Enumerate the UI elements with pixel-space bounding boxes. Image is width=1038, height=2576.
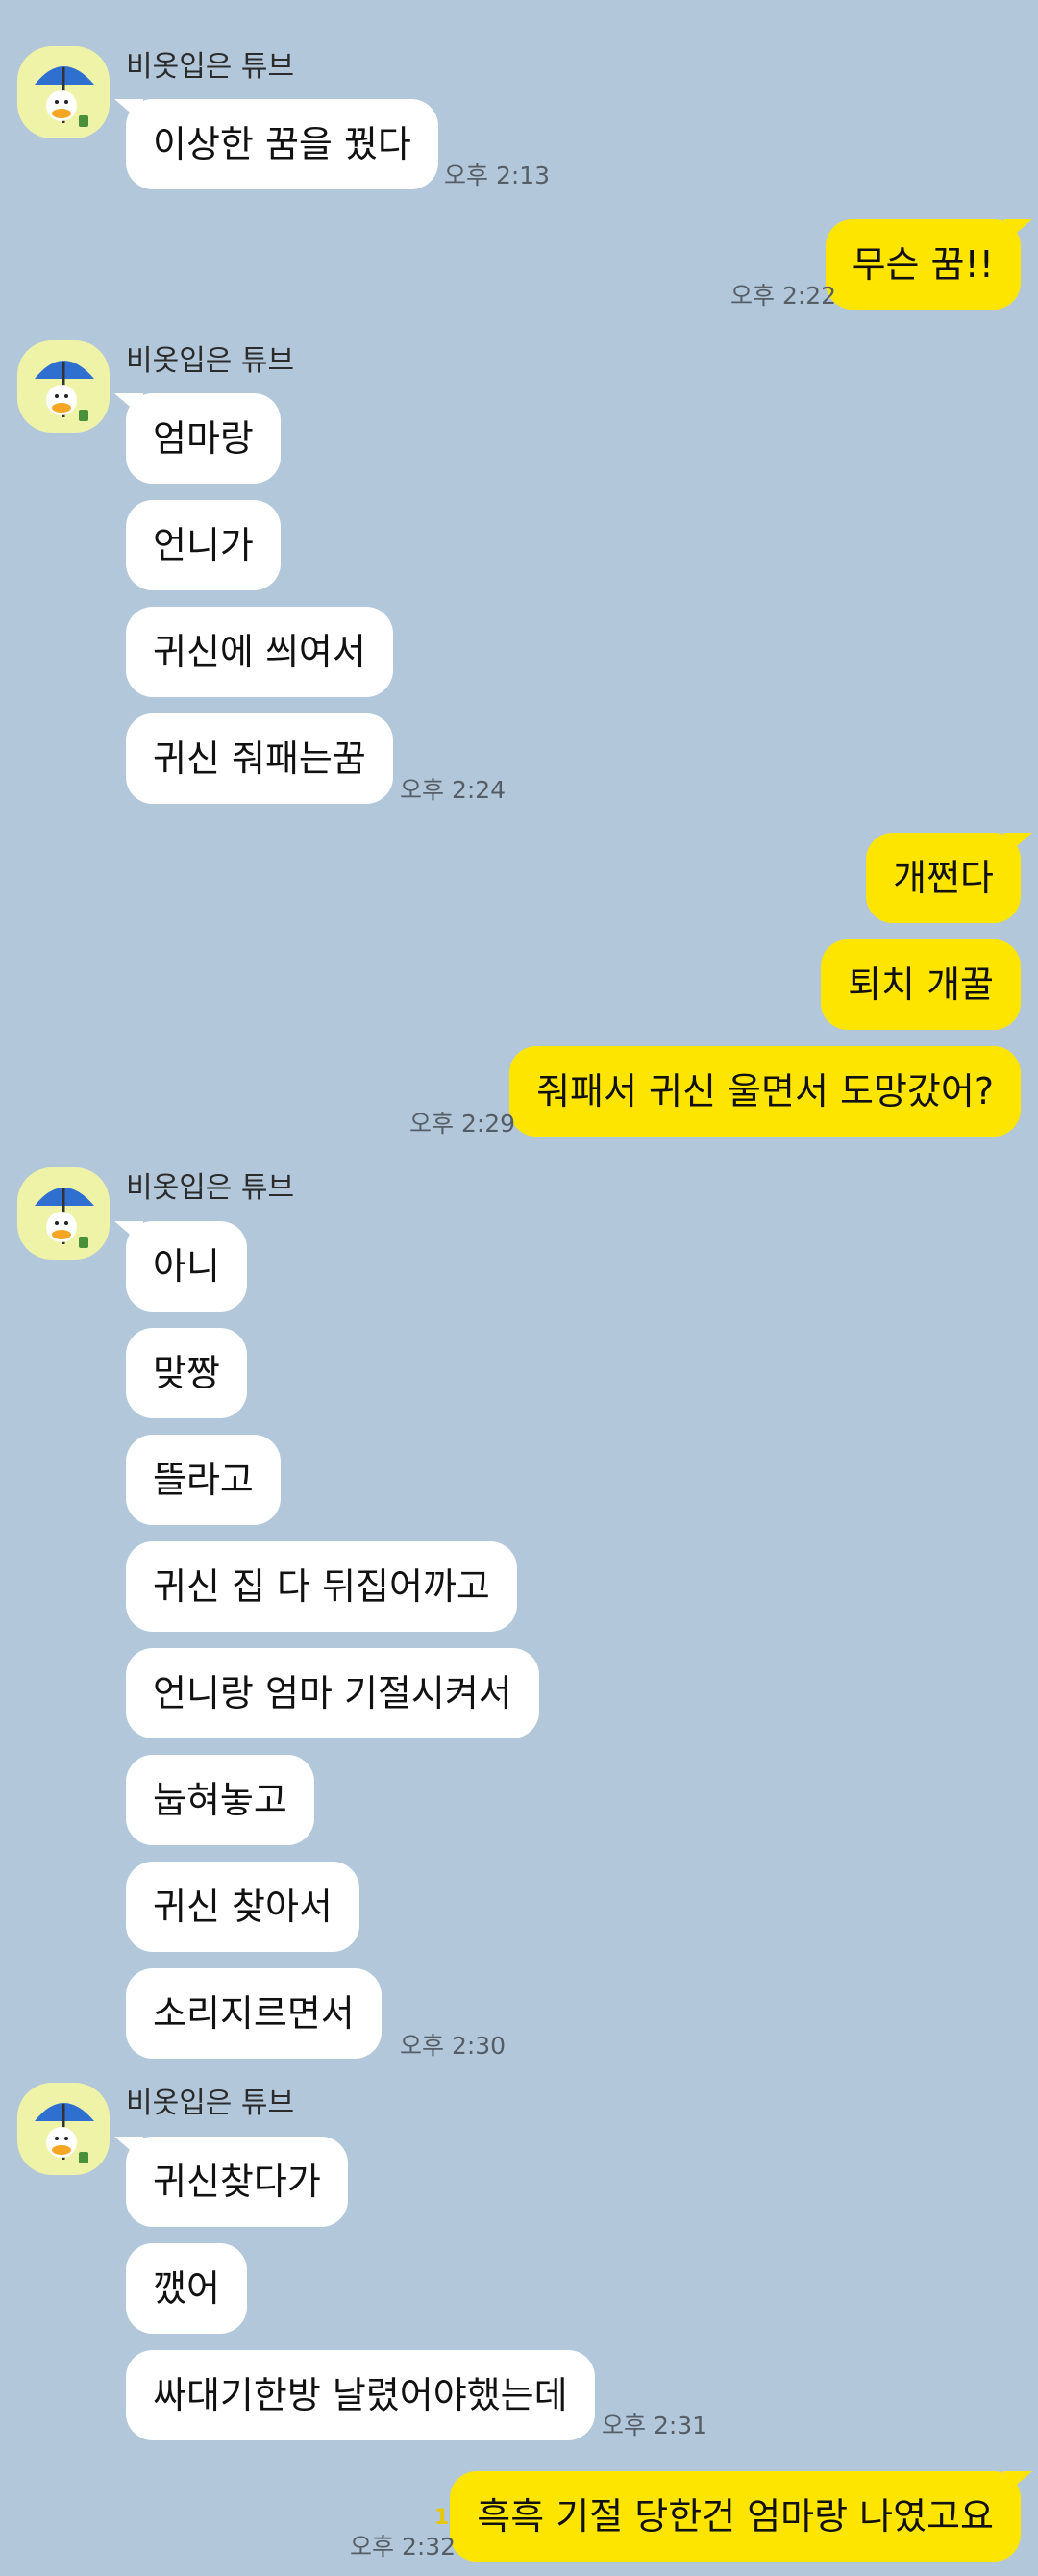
message-text: 소리지르면서: [153, 1992, 355, 2035]
message-bubble[interactable]: 귀신 줘패는꿈: [126, 713, 393, 804]
bubble-tail-icon: [114, 1221, 143, 1246]
message-time: 오후 2:32: [350, 2533, 457, 2561]
message-text: 흑흑 기절 당한건 엄마랑 나였고요: [477, 2495, 994, 2538]
message-text: 눕혀놓고: [153, 1779, 287, 1821]
bubble-tail-icon: [114, 393, 143, 418]
message-bubble[interactable]: 줘패서 귀신 울면서 도망갔어?: [509, 1046, 1021, 1137]
message-bubble[interactable]: 싸대기한방 날렸어야했는데: [126, 2350, 595, 2440]
message-time: 오후 2:29: [409, 1110, 516, 1138]
message-text: 맞짱: [153, 1352, 220, 1394]
message-time: 오후 2:22: [730, 282, 837, 310]
bubble-tail-icon: [1003, 219, 1032, 244]
bubble-tail-icon: [114, 99, 143, 124]
sender-name: 비옷입은 튜브: [126, 2087, 295, 2120]
message-text: 엄마랑: [153, 417, 254, 460]
sender-name: 비옷입은 튜브: [126, 1171, 295, 1205]
message-bubble[interactable]: 귀신 찾아서: [126, 1862, 359, 1952]
message-bubble[interactable]: 아니: [114, 1221, 247, 1312]
message-bubble[interactable]: 엄마랑: [114, 393, 281, 484]
message-time: 오후 2:24: [400, 776, 507, 804]
message-bubble[interactable]: 언니가: [126, 500, 281, 590]
message-text: 깼어: [153, 2267, 220, 2310]
message-text: 귀신 찾아서: [153, 1886, 333, 1928]
message-text: 귀신 집 다 뒤집어까고: [153, 1565, 490, 1608]
message-text: 언니가: [153, 524, 254, 566]
message-bubble[interactable]: 귀신에 씌여서: [126, 607, 393, 697]
message-bubble[interactable]: 눕혀놓고: [126, 1755, 314, 1845]
message-bubble[interactable]: 개쩐다: [866, 833, 1032, 923]
message-time: 오후 2:13: [444, 162, 551, 189]
tube-umbrella-icon: [35, 361, 94, 421]
message-text: 귀신에 씌여서: [153, 631, 366, 673]
message-text: 아니: [153, 1245, 220, 1288]
avatar[interactable]: [17, 1167, 110, 1260]
message-bubble[interactable]: 뜰라고: [126, 1435, 281, 1525]
message-time: 오후 2:30: [400, 2032, 507, 2060]
tube-umbrella-icon: [35, 66, 94, 127]
message-bubble[interactable]: 소리지르면서: [126, 1968, 382, 2059]
message-text: 개쩐다: [893, 857, 994, 899]
message-text: 싸대기한방 날렸어야했는데: [153, 2374, 568, 2416]
message-bubble[interactable]: 언니랑 엄마 기절시켜서: [126, 1648, 539, 1738]
tube-umbrella-icon: [35, 1188, 94, 1248]
message-text: 줘패서 귀신 울면서 도망갔어?: [536, 1070, 994, 1113]
message-text: 귀신 줘패는꿈: [153, 738, 366, 780]
unread-count: 1: [434, 2506, 450, 2530]
message-bubble[interactable]: 맞짱: [126, 1328, 247, 1418]
avatar[interactable]: [17, 2083, 110, 2175]
avatar[interactable]: [17, 340, 110, 433]
message-bubble[interactable]: 흑흑 기절 당한건 엄마랑 나였고요: [450, 2471, 1032, 2562]
message-bubble[interactable]: 무슨 꿈!!: [825, 219, 1032, 310]
bubble-tail-icon: [114, 2137, 143, 2162]
bubble-tail-icon: [1003, 2471, 1032, 2496]
message-bubble[interactable]: 귀신찾다가: [114, 2137, 348, 2227]
sender-name: 비옷입은 튜브: [126, 344, 295, 378]
message-bubble[interactable]: 퇴치 개꿀: [821, 939, 1021, 1030]
message-text: 뜰라고: [153, 1459, 254, 1501]
sender-name: 비옷입은 튜브: [126, 50, 295, 84]
message-text: 귀신찾다가: [153, 2161, 321, 2203]
message-text: 이상한 꿈을 꿨다: [153, 123, 411, 165]
message-bubble[interactable]: 귀신 집 다 뒤집어까고: [126, 1541, 517, 1632]
message-text: 언니랑 엄마 기절시켜서: [153, 1672, 512, 1714]
message-time: 오후 2:31: [602, 2412, 708, 2439]
message-bubble[interactable]: 깼어: [126, 2243, 247, 2334]
message-text: 퇴치 개꿀: [848, 963, 994, 1006]
bubble-tail-icon: [1003, 833, 1032, 858]
message-text: 무슨 꿈!!: [852, 243, 994, 286]
avatar[interactable]: [17, 46, 110, 138]
message-bubble[interactable]: 이상한 꿈을 꿨다: [114, 99, 438, 189]
tube-umbrella-icon: [35, 2103, 94, 2163]
